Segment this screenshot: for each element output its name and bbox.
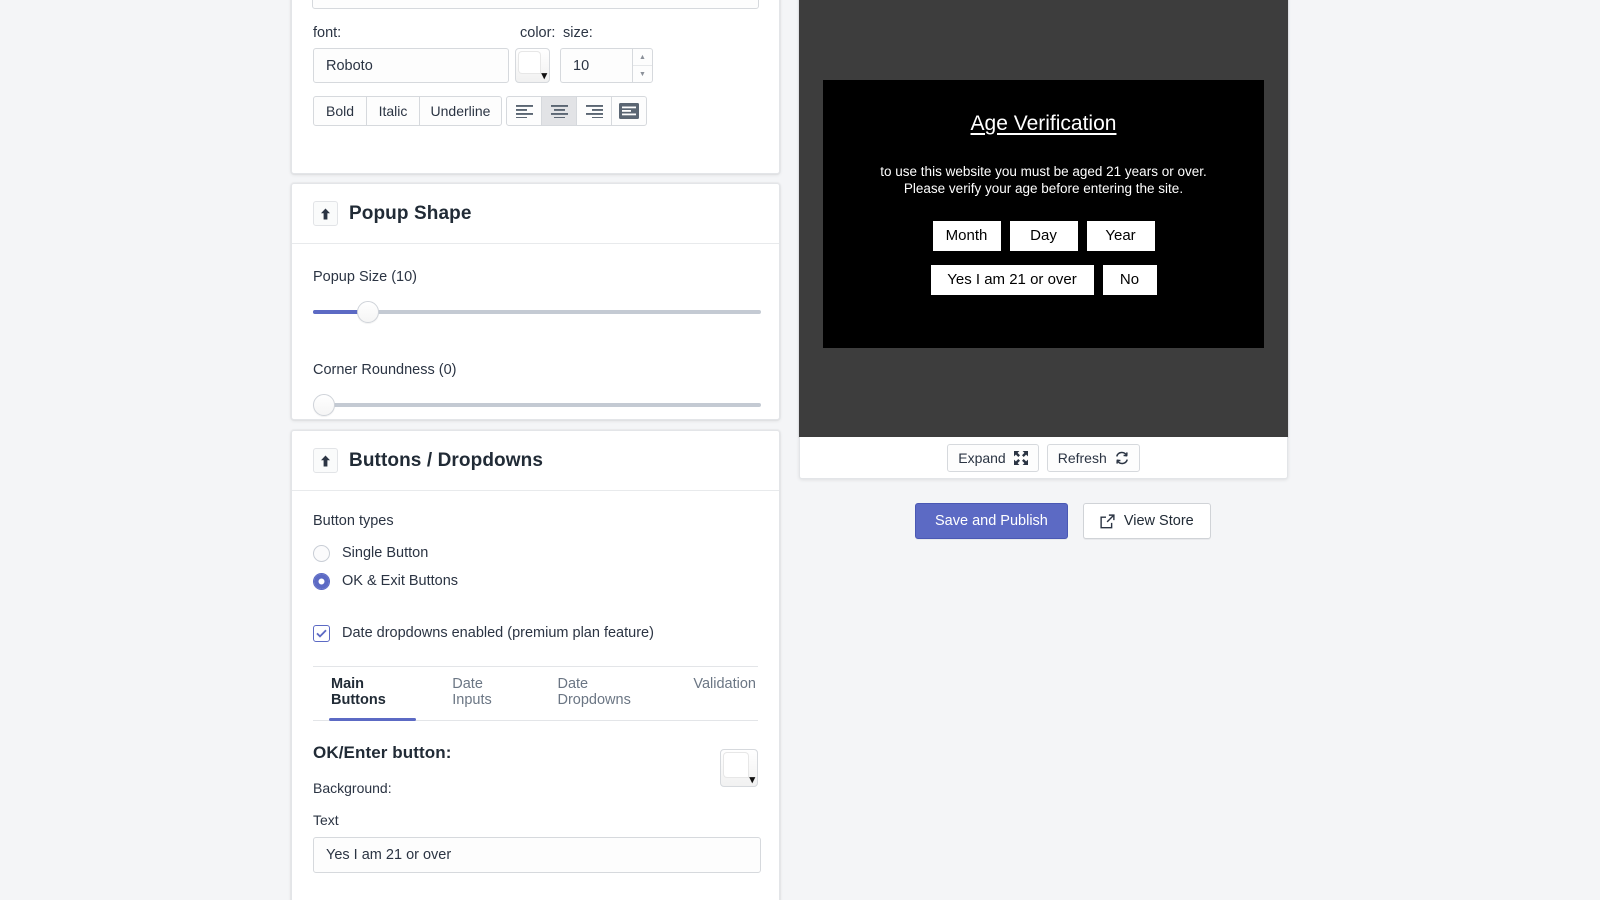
- popup-heading: Age Verification: [970, 112, 1117, 135]
- stepper-up-icon[interactable]: ▲: [633, 49, 652, 66]
- confirm-row: Yes I am 21 or over No: [930, 264, 1157, 295]
- popup-text-textarea[interactable]: your age before entering the site.: [312, 0, 759, 9]
- text-color-preview: [519, 52, 540, 73]
- refresh-icon: [1115, 451, 1129, 465]
- chevron-down-icon: ▾: [541, 70, 547, 82]
- corner-roundness-slider-track: [324, 403, 761, 407]
- ok-enter-button-heading: OK/Enter button:: [313, 743, 452, 762]
- view-store-button[interactable]: View Store: [1082, 503, 1211, 539]
- popup-size-slider[interactable]: [313, 301, 761, 323]
- text-style-buttons[interactable]: Bold Italic Underline: [313, 96, 502, 126]
- chevron-down-icon: ▾: [749, 774, 755, 786]
- radio-label: OK & Exit Buttons: [342, 573, 459, 589]
- buttons-dropdowns-card: Buttons / Dropdowns Button types Single …: [291, 430, 780, 900]
- button-settings-tabs[interactable]: Main Buttons Date Inputs Date Dropdowns …: [313, 667, 758, 721]
- corner-roundness-slider[interactable]: [313, 394, 761, 416]
- expand-arrows-icon: [1013, 450, 1028, 465]
- ok-button-text-value: Yes I am 21 or over: [326, 847, 452, 863]
- buttons-dropdowns-header: Buttons / Dropdowns: [292, 431, 779, 491]
- arrow-up-icon[interactable]: [313, 448, 338, 473]
- font-size-input[interactable]: 10: [560, 48, 632, 83]
- align-center-icon[interactable]: [541, 96, 577, 126]
- refresh-button-label: Refresh: [1057, 449, 1107, 466]
- main-buttons-tab-panel: OK/Enter button: Background: ▾ Text Yes …: [313, 721, 761, 900]
- save-and-publish-button[interactable]: Save and Publish: [915, 503, 1068, 539]
- view-store-label: View Store: [1123, 513, 1194, 529]
- stepper-down-icon[interactable]: ▼: [633, 66, 652, 82]
- popup-size-slider-knob[interactable]: [357, 301, 379, 323]
- font-family-input[interactable]: Roboto: [313, 48, 509, 83]
- font-size-stepper[interactable]: 10 ▲ ▼: [560, 48, 653, 83]
- radio-label: Single Button: [342, 545, 429, 561]
- arrow-up-icon[interactable]: [313, 201, 338, 226]
- external-link-icon: [1100, 513, 1115, 529]
- yes-button[interactable]: Yes I am 21 or over: [930, 264, 1094, 295]
- align-justify-icon[interactable]: [611, 96, 647, 126]
- popup-body-text: to use this website you must be aged 21 …: [880, 164, 1207, 197]
- checkbox-date-dropdowns-enabled[interactable]: Date dropdowns enabled (premium plan fea…: [313, 620, 758, 646]
- text-label: Text: [313, 812, 339, 828]
- radio-ok-exit-buttons[interactable]: OK & Exit Buttons: [313, 568, 758, 594]
- no-button[interactable]: No: [1102, 264, 1157, 295]
- age-verification-popup: Age Verification to use this website you…: [823, 80, 1264, 348]
- popup-shape-body: Popup Size (10) Corner Roundness (0): [292, 244, 779, 438]
- text-color-swatch[interactable]: ▾: [515, 48, 550, 83]
- popup-shape-card: Popup Shape Popup Size (10) Corner Round…: [291, 183, 780, 420]
- tab-main-buttons[interactable]: Main Buttons: [329, 667, 417, 721]
- date-select-row: Month Day Year: [932, 220, 1155, 251]
- preview-toolbar: Expand Refresh: [799, 437, 1288, 479]
- underline-button[interactable]: Underline: [419, 96, 502, 126]
- action-button-row: Save and Publish View Store: [915, 503, 1211, 539]
- month-dropdown[interactable]: Month: [932, 220, 1001, 251]
- size-label: size:: [563, 25, 593, 41]
- popup-preview-panel: Age Verification to use this website you…: [799, 0, 1288, 437]
- background-label: Background:: [313, 780, 392, 796]
- year-dropdown[interactable]: Year: [1086, 220, 1155, 251]
- text-align-buttons[interactable]: [506, 96, 647, 126]
- checkbox-label: Date dropdowns enabled (premium plan fea…: [342, 625, 654, 641]
- text-style-card: your age before entering the site. font:…: [291, 0, 780, 174]
- popup-shape-title: Popup Shape: [349, 202, 472, 224]
- button-types-label: Button types: [313, 513, 394, 529]
- corner-roundness-slider-knob[interactable]: [313, 394, 335, 416]
- align-right-icon[interactable]: [576, 96, 612, 126]
- ok-button-background-preview: [724, 753, 748, 777]
- checkbox-indicator[interactable]: [313, 624, 330, 642]
- ok-button-text-input[interactable]: Yes I am 21 or over: [313, 837, 761, 873]
- radio-indicator[interactable]: [313, 544, 330, 562]
- radio-single-button[interactable]: Single Button: [313, 540, 758, 566]
- ok-button-background-swatch[interactable]: ▾: [720, 749, 758, 787]
- expand-button-label: Expand: [958, 449, 1006, 466]
- refresh-button[interactable]: Refresh: [1046, 443, 1140, 472]
- buttons-dropdowns-body: Button types Single Button OK & Exit But…: [292, 491, 779, 900]
- color-label: color:: [520, 25, 556, 41]
- italic-button[interactable]: Italic: [366, 96, 420, 126]
- buttons-dropdowns-title: Buttons / Dropdowns: [349, 449, 543, 471]
- tab-date-dropdowns[interactable]: Date Dropdowns: [555, 667, 657, 720]
- tab-validation[interactable]: Validation: [691, 667, 758, 720]
- corner-roundness-label: Corner Roundness (0): [313, 362, 457, 378]
- expand-button[interactable]: Expand: [947, 443, 1039, 472]
- font-label: font:: [313, 25, 342, 41]
- radio-indicator[interactable]: [313, 572, 330, 590]
- popup-size-slider-track: [313, 310, 761, 314]
- font-size-spinners[interactable]: ▲ ▼: [632, 48, 653, 83]
- bold-button[interactable]: Bold: [313, 96, 367, 126]
- popup-size-label: Popup Size (10): [313, 269, 417, 285]
- day-dropdown[interactable]: Day: [1009, 220, 1078, 251]
- popup-shape-header: Popup Shape: [292, 184, 779, 244]
- align-left-icon[interactable]: [506, 96, 542, 126]
- font-size-value: 10: [573, 57, 590, 74]
- tab-date-inputs[interactable]: Date Inputs: [450, 667, 521, 720]
- font-family-value: Roboto: [326, 57, 373, 74]
- app-root: your age before entering the site. font:…: [0, 0, 1600, 900]
